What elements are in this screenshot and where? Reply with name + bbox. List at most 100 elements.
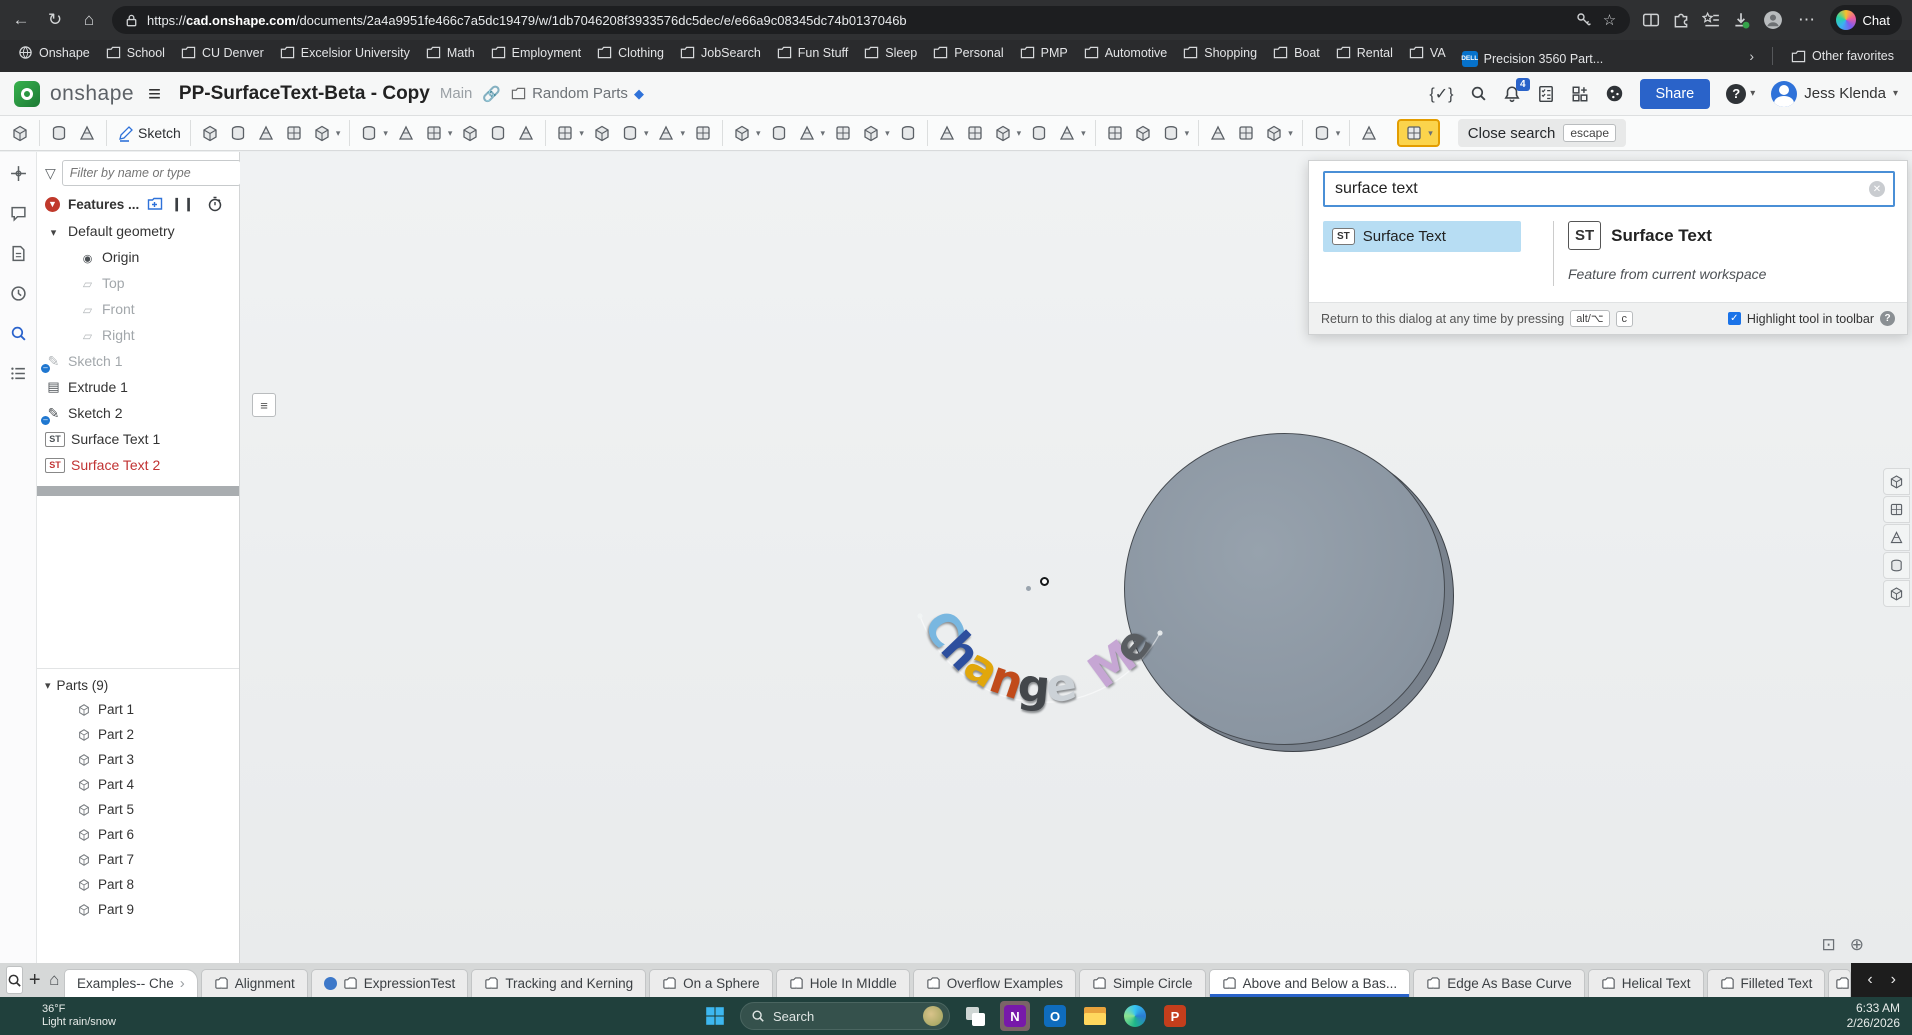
onenote-icon[interactable]: N [1000,1001,1030,1031]
replace-face-icon[interactable] [894,120,922,146]
bookmark-item[interactable]: DELL Rental [1328,42,1401,63]
hide-show-icon[interactable] [1883,580,1910,607]
featurescript-icon[interactable]: {✓} [1429,84,1453,104]
filter-funnel-icon[interactable]: ▽ [45,165,56,182]
document-tab[interactable]: Tracking and Kerning [471,969,647,997]
new-folder-icon[interactable] [147,196,163,212]
search-result-surface-text[interactable]: ST Surface Text [1323,221,1521,252]
main-menu-icon[interactable]: ≡ [144,81,165,107]
part-list-item[interactable]: Part 3 [37,747,239,772]
copilot-chat-button[interactable]: Chat [1829,5,1902,35]
fit-spline-icon[interactable] [961,120,989,146]
highlight-checkbox[interactable]: ✓ [1727,312,1741,325]
document-tab[interactable]: ExpressionTest [310,969,469,997]
close-search-button[interactable]: Close search escape [1457,119,1627,147]
other-favorites-button[interactable]: Other favorites [1783,46,1902,67]
feature-tree-row[interactable]: – Extrude 1 [37,374,239,400]
feature-tree-row[interactable]: – Sketch 2 [37,400,239,426]
feature-tree-row[interactable]: – Surface Text 2 [37,452,239,478]
part-list-item[interactable]: Part 8 [37,872,239,897]
search-tabs-icon[interactable] [6,966,23,994]
part-list-item[interactable]: Part 5 [37,797,239,822]
share-button[interactable]: Share [1639,78,1711,109]
rollback-bar[interactable] [37,486,239,496]
document-tab[interactable]: Overflow Examples [912,969,1077,997]
document-title[interactable]: PP-SurfaceText-Beta - Copy [179,83,430,105]
feature-tree-row[interactable]: – Front [37,296,239,322]
thicken-icon[interactable] [308,120,345,146]
projected-curve-icon[interactable] [989,120,1026,146]
bookmark-item[interactable]: DELL PMP [1012,42,1076,63]
part-list-item[interactable]: Part 4 [37,772,239,797]
document-tab[interactable]: Simple Circle [1079,969,1206,997]
comments-icon[interactable] [5,200,31,226]
bookmark-item[interactable]: DELL Employment [483,42,589,63]
bookmark-item[interactable]: DELL Precision 3560 Part... [1454,48,1612,70]
composite-curve-icon[interactable] [1053,120,1090,146]
feature-tree-row[interactable]: – Surface Text 1 [37,426,239,452]
zoom-fit-icon[interactable]: ⊕ [1850,935,1864,955]
home-icon[interactable]: ⌂ [78,9,100,31]
split-icon[interactable] [689,120,717,146]
password-key-icon[interactable] [1576,12,1592,28]
featurescript-icon[interactable] [1129,120,1157,146]
document-tab[interactable]: Edge As Base Curve [1413,969,1585,997]
bookmark-item[interactable]: DELL Automotive [1076,42,1176,63]
part-list-item[interactable]: Part 9 [37,897,239,922]
helix-icon[interactable] [926,120,961,146]
bookmark-item[interactable]: DELL Sleep [856,42,925,63]
bookmark-item[interactable]: DELL VA [1401,42,1454,63]
link-icon[interactable]: 🔗 [482,85,501,103]
disc-part[interactable] [1124,433,1445,745]
search-tools-icon[interactable] [5,320,31,346]
document-tab[interactable]: Helical Text [1587,969,1704,997]
feature-list-icon[interactable] [6,120,34,146]
feature-tree-row[interactable]: – Top [37,270,239,296]
home-tab-icon[interactable]: ⌂ [46,966,61,994]
edge-icon[interactable] [1120,1001,1150,1031]
bookmark-item[interactable]: DELL CU Denver [173,42,272,63]
origin-point[interactable] [1040,577,1049,586]
suppress-pause-icon[interactable]: ❙❙ [171,196,195,212]
onshape-logo-icon[interactable] [14,80,40,107]
view-orientation-icon[interactable] [1883,496,1910,523]
feature-tree-row[interactable]: – Right [37,322,239,348]
bookmark-item[interactable]: DELL Excelsior University [272,42,418,63]
linear-pattern-icon[interactable] [545,120,588,146]
bookmark-item[interactable]: DELL Clothing [589,42,672,63]
sweep-icon[interactable] [252,120,280,146]
notes-icon[interactable] [5,240,31,266]
help-menu[interactable]: ? ▾ [1726,83,1755,104]
feature-list-flyout-toggle[interactable]: ≡ [252,393,276,417]
appearance-icon[interactable] [1605,84,1624,103]
favorite-star-icon[interactable]: ☆ [1602,12,1618,29]
workspace-name[interactable]: Main [440,85,473,102]
part-list-item[interactable]: Part 6 [37,822,239,847]
measure-icon[interactable] [1198,120,1232,146]
extrude-icon[interactable] [189,120,224,146]
fill-surface-icon[interactable] [765,120,793,146]
render-quality-icon[interactable]: ⊡ [1822,935,1836,955]
task-view-icon[interactable] [960,1001,990,1031]
address-bar[interactable]: https://cad.onshape.com/documents/2a4a99… [112,6,1630,34]
delete-face-icon[interactable] [857,120,894,146]
apps-grid-icon[interactable] [1571,85,1589,103]
loft-icon[interactable] [280,120,308,146]
partial-tab[interactable] [1828,969,1852,997]
extensions-icon[interactable] [1672,11,1690,29]
document-tab[interactable]: On a Sphere [649,969,773,997]
bookmark-item[interactable]: DELL Shopping [1175,42,1265,63]
feature-tree-row[interactable]: – Sketch 1 [37,348,239,374]
part-list-item[interactable]: Part 7 [37,847,239,872]
offset-surface-icon[interactable] [722,120,765,146]
part-list-item[interactable]: Part 2 [37,722,239,747]
outline-icon[interactable] [5,360,31,386]
display-mode-icon[interactable] [1883,552,1910,579]
browser-menu-icon[interactable]: ⋯ [1796,9,1818,31]
versions-history-icon[interactable] [5,280,31,306]
file-explorer-icon[interactable] [1080,1001,1110,1031]
boolean-icon[interactable] [652,120,689,146]
tool-search-input[interactable] [1323,171,1895,207]
bookmark-item[interactable]: DELL Math [418,42,483,63]
start-button[interactable] [700,1001,730,1031]
